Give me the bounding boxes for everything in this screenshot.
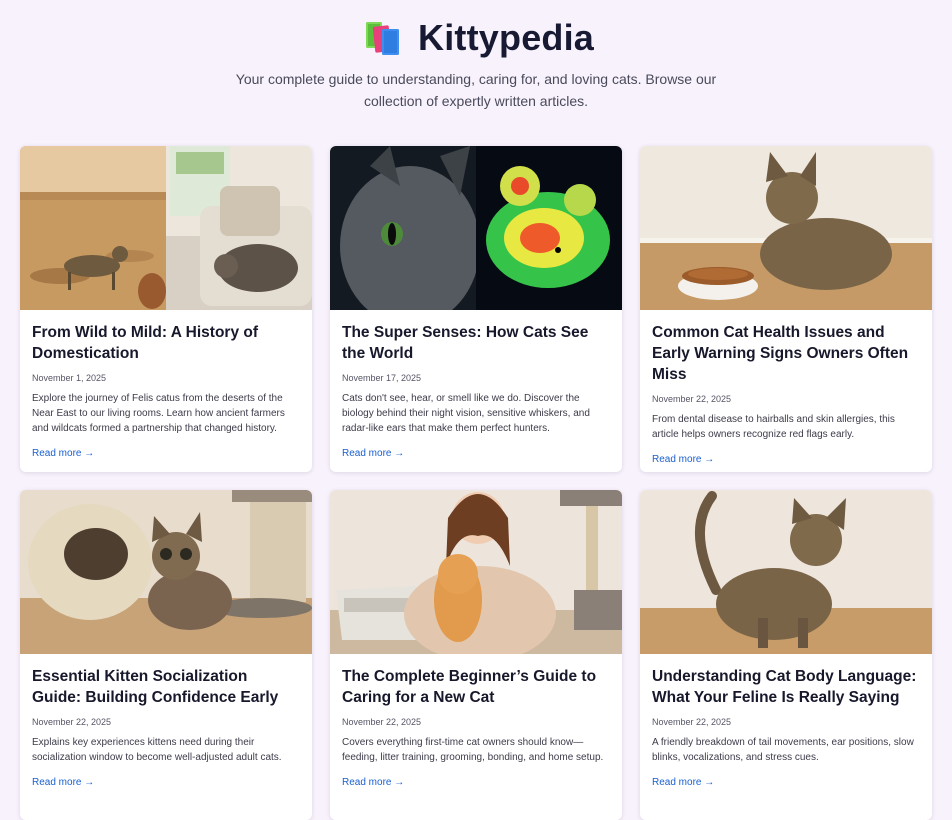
article-image[interactable] (640, 146, 932, 310)
article-excerpt: Explore the journey of Felis catus from … (32, 393, 285, 434)
article-card[interactable]: The Complete Beginner’s Guide to Caring … (330, 490, 622, 820)
article-date: November 22, 2025 (32, 717, 112, 727)
article-image[interactable] (330, 146, 622, 310)
read-more-link[interactable]: Read more → (32, 776, 94, 790)
article-excerpt: Explains key experiences kittens need du… (32, 737, 282, 763)
read-more-link[interactable]: Read more → (652, 776, 714, 790)
article-card[interactable]: Understanding Cat Body Language: What Yo… (640, 490, 932, 820)
brand[interactable]: Kittypedia (364, 16, 594, 60)
article-excerpt: Covers everything first-time cat owners … (342, 737, 604, 763)
article-date: November 22, 2025 (342, 717, 422, 727)
read-more-link[interactable]: Read more → (32, 447, 94, 461)
article-title[interactable]: Understanding Cat Body Language: What Yo… (652, 666, 920, 708)
article-title[interactable]: From Wild to Mild: A History of Domestic… (32, 322, 300, 364)
article-title[interactable]: Common Cat Health Issues and Early Warni… (652, 322, 920, 385)
article-card[interactable]: Essential Kitten Socialization Guide: Bu… (20, 490, 312, 820)
article-excerpt: A friendly breakdown of tail movements, … (652, 737, 914, 763)
article-date: November 22, 2025 (652, 717, 732, 727)
read-more-link[interactable]: Read more → (342, 447, 404, 461)
article-date: November 17, 2025 (342, 373, 422, 383)
read-more-link[interactable]: Read more → (652, 453, 714, 467)
article-date: November 1, 2025 (32, 373, 107, 383)
article-title[interactable]: The Super Senses: How Cats See the World (342, 322, 610, 364)
article-card[interactable]: From Wild to Mild: A History of Domestic… (20, 146, 312, 472)
article-title[interactable]: Essential Kitten Socialization Guide: Bu… (32, 666, 300, 708)
article-title[interactable]: The Complete Beginner’s Guide to Caring … (342, 666, 610, 708)
site-tagline: Your complete guide to understanding, ca… (235, 71, 717, 109)
article-card[interactable]: Common Cat Health Issues and Early Warni… (640, 146, 932, 472)
books-icon (366, 22, 399, 55)
article-image[interactable] (640, 490, 932, 654)
article-excerpt: From dental disease to hairballs and ski… (652, 414, 895, 440)
article-card[interactable]: The Super Senses: How Cats See the World… (330, 146, 622, 472)
article-date: November 22, 2025 (652, 394, 732, 404)
article-excerpt: Cats don't see, hear, or smell like we d… (342, 393, 590, 434)
article-image[interactable] (20, 146, 312, 310)
site-title: Kittypedia (418, 17, 595, 58)
article-image[interactable] (330, 490, 622, 654)
article-image[interactable] (20, 490, 312, 654)
read-more-link[interactable]: Read more → (342, 776, 404, 790)
